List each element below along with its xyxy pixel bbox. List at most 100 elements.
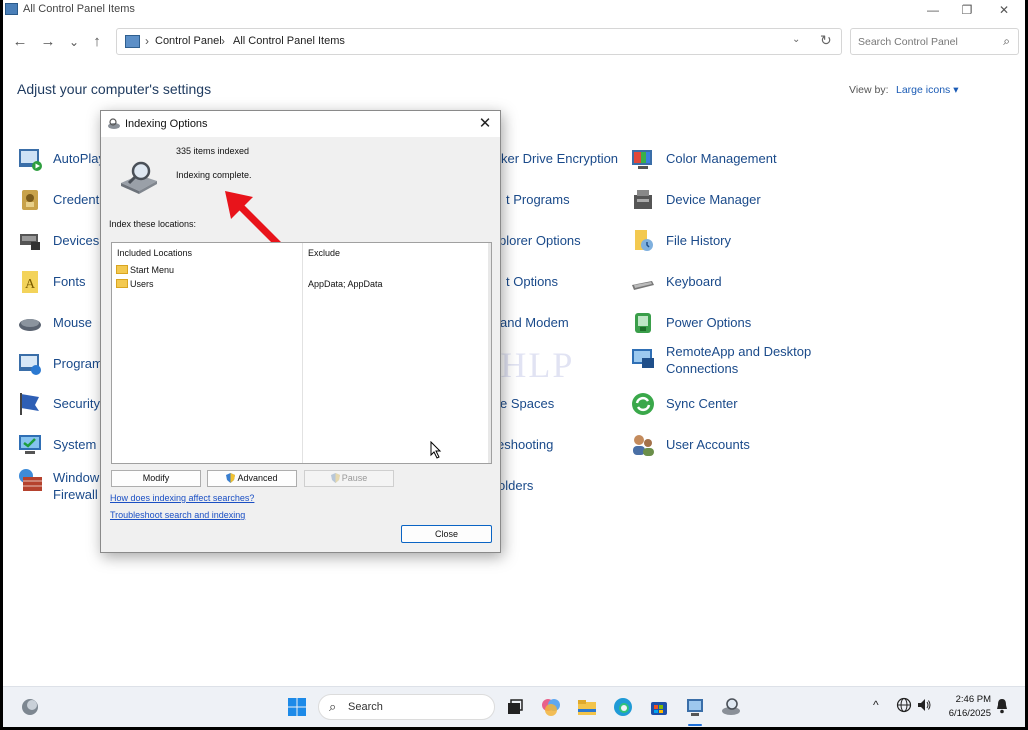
- item-keyboard[interactable]: Keyboard: [630, 267, 830, 305]
- item-label: Color Management: [666, 151, 777, 166]
- item-label: olders: [498, 478, 534, 493]
- firewall-icon: [19, 469, 42, 491]
- microsoft-store-icon[interactable]: [648, 696, 670, 718]
- breadcrumb-all-items[interactable]: All Control Panel Items: [233, 35, 345, 47]
- control-panel-taskbar-icon[interactable]: [684, 696, 706, 718]
- item-file-history[interactable]: File History: [630, 226, 830, 264]
- dialog-title-bar: Indexing Options ✕: [101, 111, 500, 137]
- item-programs[interactable]: Program: [17, 349, 107, 387]
- troubleshoot-link[interactable]: Troubleshoot search and indexing: [110, 510, 245, 520]
- remoteapp-icon: [632, 349, 654, 368]
- item-remoteapp[interactable]: RemoteApp and Desktop Connections: [630, 340, 830, 380]
- item-label: and Modem: [500, 315, 569, 330]
- security-flag-icon: [20, 393, 39, 415]
- item-mouse[interactable]: Mouse: [17, 308, 107, 346]
- item-autoplay[interactable]: AutoPlay: [17, 144, 107, 182]
- taskbar: ⌕ Search ^ 2:46 PM 6/16/2025: [3, 686, 1025, 727]
- search-icon: ⌕: [329, 699, 337, 714]
- location-name: Start Menu: [130, 265, 175, 275]
- edge-browser-icon[interactable]: [612, 696, 634, 718]
- item-devices[interactable]: Devices: [17, 226, 107, 264]
- scrollbar[interactable]: [488, 243, 491, 463]
- indexing-affect-link[interactable]: How does indexing affect searches?: [110, 493, 254, 503]
- notification-bell-icon[interactable]: [995, 698, 1009, 714]
- system-clock[interactable]: 2:46 PM 6/16/2025: [941, 693, 991, 721]
- item-fonts[interactable]: A Fonts: [17, 267, 107, 305]
- sync-center-icon: [632, 393, 654, 415]
- search-input[interactable]: Search Control Panel ⌕: [850, 28, 1019, 55]
- item-label: Security: [53, 396, 100, 411]
- control-panel-icon: [125, 35, 140, 48]
- devices-icon: [20, 234, 40, 250]
- mouse-cursor-icon: [430, 441, 442, 459]
- close-button[interactable]: Close: [401, 525, 492, 543]
- item-label: Power Options: [666, 315, 752, 330]
- folder-icon: [116, 265, 128, 274]
- task-view-icon[interactable]: [504, 696, 526, 718]
- item-security[interactable]: Security: [17, 389, 107, 427]
- modify-button[interactable]: Modify: [111, 470, 201, 487]
- exclude-header[interactable]: Exclude: [308, 248, 340, 258]
- location-row[interactable]: Start Menu: [116, 265, 174, 275]
- forward-button[interactable]: →: [39, 33, 57, 51]
- search-icon[interactable]: ⌕: [1003, 34, 1010, 49]
- address-dropdown-button[interactable]: ⌄: [792, 34, 800, 45]
- item-label: Program: [53, 356, 103, 371]
- item-sync-center[interactable]: Sync Center: [630, 389, 830, 427]
- recent-locations-button[interactable]: ⌄: [65, 33, 83, 51]
- view-by-dropdown[interactable]: Large icons ▾: [896, 84, 958, 96]
- item-label: Mouse: [53, 315, 93, 330]
- advanced-button[interactable]: Advanced: [207, 470, 297, 487]
- minimize-button[interactable]: —: [915, 2, 951, 18]
- maximize-button[interactable]: ❐: [949, 2, 985, 18]
- up-button[interactable]: ↑: [88, 33, 106, 51]
- start-button-icon[interactable]: [286, 696, 308, 718]
- indexing-options-taskbar-icon[interactable]: [720, 696, 742, 718]
- system-icon: [19, 435, 41, 454]
- copilot-icon[interactable]: [540, 696, 562, 718]
- item-label: Fonts: [53, 274, 86, 289]
- control-panel-icon: [5, 3, 18, 15]
- autoplay-icon: [19, 149, 42, 171]
- indexing-drive-icon: [121, 161, 157, 194]
- item-firewall[interactable]: Window Firewall: [17, 463, 107, 503]
- item-label: plorer Options: [499, 233, 581, 248]
- item-credential-manager[interactable]: Credentia: [17, 185, 109, 223]
- taskbar-search[interactable]: ⌕ Search: [318, 694, 495, 720]
- indexing-icon: [108, 118, 120, 129]
- keyboard-icon: [632, 281, 654, 290]
- included-locations-header[interactable]: Included Locations: [117, 248, 192, 258]
- power-options-icon: [635, 313, 651, 333]
- search-placeholder: Search Control Panel: [858, 36, 958, 48]
- back-button[interactable]: ←: [11, 33, 29, 51]
- network-globe-icon[interactable]: [896, 697, 912, 713]
- volume-icon[interactable]: [916, 697, 932, 713]
- item-user-accounts[interactable]: User Accounts: [630, 430, 830, 468]
- window-title: All Control Panel Items: [23, 3, 135, 15]
- svg-text:A: A: [25, 277, 36, 292]
- breadcrumb-separator: ›: [145, 34, 149, 48]
- item-device-manager[interactable]: Device Manager: [630, 185, 830, 223]
- view-by-label: View by:: [849, 84, 889, 96]
- index-locations-label: Index these locations:: [109, 219, 197, 229]
- item-label: e Spaces: [500, 396, 555, 411]
- weather-icon[interactable]: [19, 696, 41, 718]
- location-row[interactable]: Users: [116, 279, 154, 289]
- color-management-icon: [632, 150, 652, 169]
- item-color-management[interactable]: Color Management: [630, 144, 830, 182]
- indexing-options-dialog: Indexing Options ✕ 335 items indexed Ind…: [100, 110, 501, 553]
- address-bar[interactable]: › Control Panel › All Control Panel Item…: [116, 28, 842, 55]
- close-window-button[interactable]: ✕: [986, 2, 1022, 18]
- locations-list[interactable]: Included Locations Exclude Start Menu Us…: [111, 242, 492, 464]
- active-app-indicator: [688, 724, 702, 726]
- breadcrumb-control-panel[interactable]: Control Panel: [155, 35, 222, 47]
- credential-manager-icon: [22, 190, 38, 210]
- show-hidden-icons-button[interactable]: ^: [873, 698, 879, 712]
- indexing-status: Indexing complete.: [176, 170, 252, 180]
- dialog-close-icon[interactable]: ✕: [476, 114, 494, 132]
- programs-icon: [19, 354, 41, 375]
- refresh-button[interactable]: ↻: [820, 32, 832, 49]
- pause-button[interactable]: Pause: [304, 470, 394, 487]
- breadcrumb-separator: ›: [221, 34, 225, 48]
- file-explorer-icon[interactable]: [576, 696, 598, 718]
